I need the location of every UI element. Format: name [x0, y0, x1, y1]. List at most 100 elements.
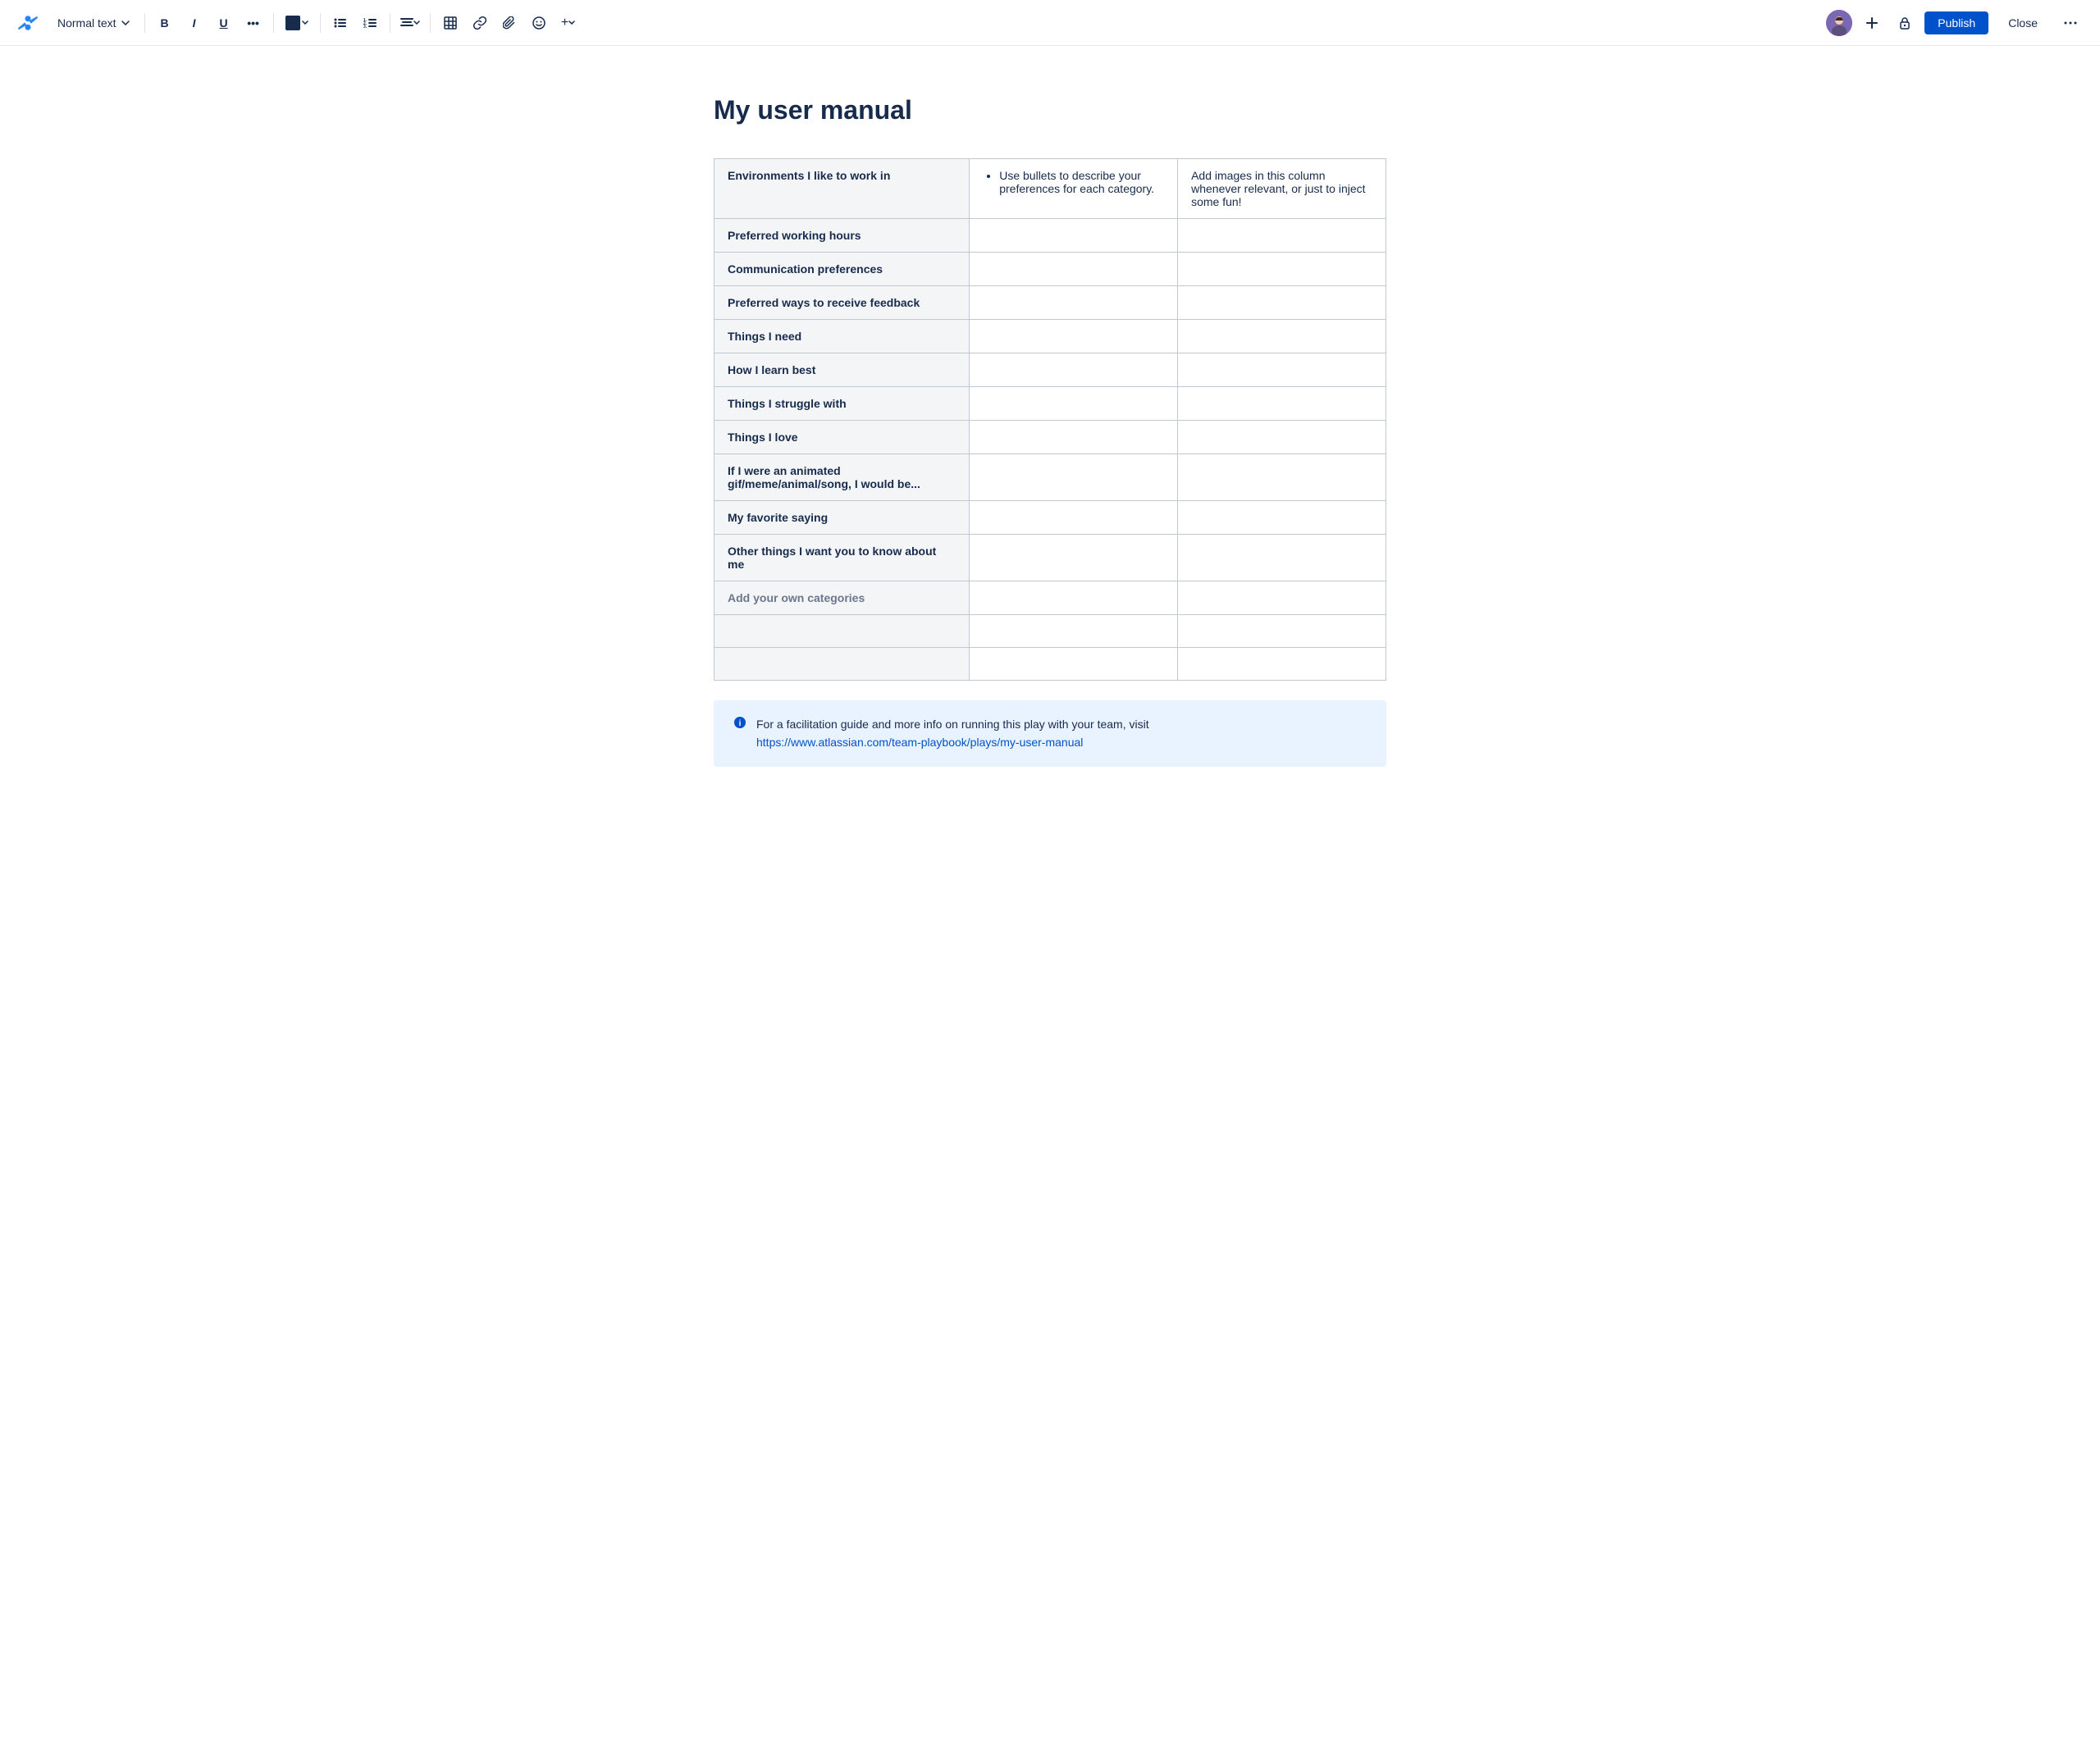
table-cell-bullets[interactable] [970, 454, 1178, 501]
bold-button[interactable]: B [152, 10, 178, 36]
avatar[interactable] [1826, 10, 1852, 36]
more-formatting-button[interactable]: ••• [240, 10, 267, 36]
info-text: For a facilitation guide and more info o… [756, 715, 1149, 752]
ordered-list-button[interactable]: 1. 2. 3. [357, 10, 383, 36]
table-row [714, 615, 1386, 648]
table-button[interactable] [437, 10, 463, 36]
underline-button[interactable]: U [211, 10, 237, 36]
more-options-icon [2064, 21, 2077, 25]
table-cell-bullets[interactable] [970, 320, 1178, 353]
italic-button[interactable]: I [181, 10, 208, 36]
table-cell-bullets[interactable] [970, 253, 1178, 286]
more-options-button[interactable] [2057, 10, 2084, 36]
table-cell-images[interactable] [1178, 581, 1386, 615]
lock-icon [1898, 16, 1911, 30]
table-row: Things I love [714, 421, 1386, 454]
table-cell-images[interactable] [1178, 387, 1386, 421]
table-row: Things I need [714, 320, 1386, 353]
table-cell-images[interactable] [1178, 615, 1386, 648]
divider-3 [320, 13, 321, 33]
table-cell-bullets[interactable] [970, 421, 1178, 454]
emoji-button[interactable] [526, 10, 552, 36]
svg-text:i: i [739, 719, 742, 728]
table-cell-bullets[interactable] [970, 535, 1178, 581]
confluence-logo[interactable] [16, 11, 39, 34]
unordered-list-icon [334, 17, 347, 29]
unordered-list-button[interactable] [327, 10, 354, 36]
table-cell-images[interactable] [1178, 648, 1386, 681]
user-manual-table: Environments I like to work in Use bulle… [714, 158, 1386, 681]
table-row: My favorite saying [714, 501, 1386, 535]
table-cell-images[interactable] [1178, 320, 1386, 353]
content-area: My user manual Environments I like to wo… [681, 46, 1419, 832]
toolbar-right: Publish Close [1826, 10, 2084, 36]
table-cell-label[interactable]: Preferred working hours [714, 219, 970, 253]
add-collaborator-button[interactable] [1859, 10, 1885, 36]
table-cell-images[interactable]: Add images in this column whenever relev… [1178, 159, 1386, 219]
text-color-button[interactable] [281, 12, 313, 34]
insert-button[interactable]: + [555, 10, 582, 36]
table-cell-bullets[interactable] [970, 501, 1178, 535]
publish-button[interactable]: Publish [1924, 11, 1988, 34]
table-cell-label[interactable]: Things I struggle with [714, 387, 970, 421]
link-button[interactable] [467, 10, 493, 36]
avatar-image [1826, 10, 1852, 36]
attachment-icon [503, 16, 516, 30]
table-cell-images[interactable] [1178, 421, 1386, 454]
info-link[interactable]: https://www.atlassian.com/team-playbook/… [756, 736, 1083, 749]
table-cell-bullets[interactable] [970, 648, 1178, 681]
close-button[interactable]: Close [1995, 11, 2051, 34]
table-cell-bullets[interactable] [970, 286, 1178, 320]
info-box: i For a facilitation guide and more info… [714, 700, 1386, 767]
table-cell-label[interactable]: Preferred ways to receive feedback [714, 286, 970, 320]
table-cell-label[interactable]: Other things I want you to know about me [714, 535, 970, 581]
text-style-dropdown[interactable]: Normal text [49, 13, 138, 33]
table-row: How I learn best [714, 353, 1386, 387]
table-cell-label[interactable]: How I learn best [714, 353, 970, 387]
table-cell-label[interactable]: Things I love [714, 421, 970, 454]
table-row [714, 648, 1386, 681]
table-cell-images[interactable] [1178, 253, 1386, 286]
table-row: Preferred ways to receive feedback [714, 286, 1386, 320]
table-cell-label[interactable]: My favorite saying [714, 501, 970, 535]
table-row: If I were an animated gif/meme/animal/so… [714, 454, 1386, 501]
table-cell-images[interactable] [1178, 535, 1386, 581]
color-chevron-icon [302, 21, 308, 25]
divider-1 [144, 13, 145, 33]
divider-5 [430, 13, 431, 33]
table-icon [444, 16, 457, 30]
attachment-button[interactable] [496, 10, 523, 36]
table-cell-bullets[interactable] [970, 387, 1178, 421]
table-cell-bullets[interactable] [970, 353, 1178, 387]
lock-button[interactable] [1892, 10, 1918, 36]
align-icon [400, 17, 413, 29]
table-cell-add-categories[interactable]: Add your own categories [714, 581, 970, 615]
table-cell-label[interactable]: Environments I like to work in [714, 159, 970, 219]
table-cell-label[interactable]: Things I need [714, 320, 970, 353]
page-title[interactable]: My user manual [714, 95, 1386, 125]
align-button[interactable] [397, 10, 423, 36]
plus-icon: + [561, 16, 568, 30]
table-cell-images[interactable] [1178, 286, 1386, 320]
table-cell-images[interactable] [1178, 501, 1386, 535]
table-cell-bullets[interactable] [970, 615, 1178, 648]
table-row: Add your own categories [714, 581, 1386, 615]
text-style-label: Normal text [57, 16, 116, 30]
chevron-down-icon [121, 21, 130, 25]
table-cell-images[interactable] [1178, 219, 1386, 253]
divider-2 [273, 13, 274, 33]
table-cell-label[interactable] [714, 648, 970, 681]
plus-collaborator-icon [1865, 16, 1879, 30]
svg-text:3.: 3. [363, 25, 368, 29]
table-cell-label[interactable] [714, 615, 970, 648]
table-cell-bullets[interactable]: Use bullets to describe your preferences… [970, 159, 1178, 219]
table-cell-bullets[interactable] [970, 219, 1178, 253]
table-row: Things I struggle with [714, 387, 1386, 421]
table-cell-images[interactable] [1178, 353, 1386, 387]
toolbar: Normal text B I U ••• 1. [0, 0, 2100, 46]
link-icon [473, 16, 486, 30]
table-cell-images[interactable] [1178, 454, 1386, 501]
table-cell-bullets[interactable] [970, 581, 1178, 615]
table-cell-label[interactable]: If I were an animated gif/meme/animal/so… [714, 454, 970, 501]
table-cell-label[interactable]: Communication preferences [714, 253, 970, 286]
